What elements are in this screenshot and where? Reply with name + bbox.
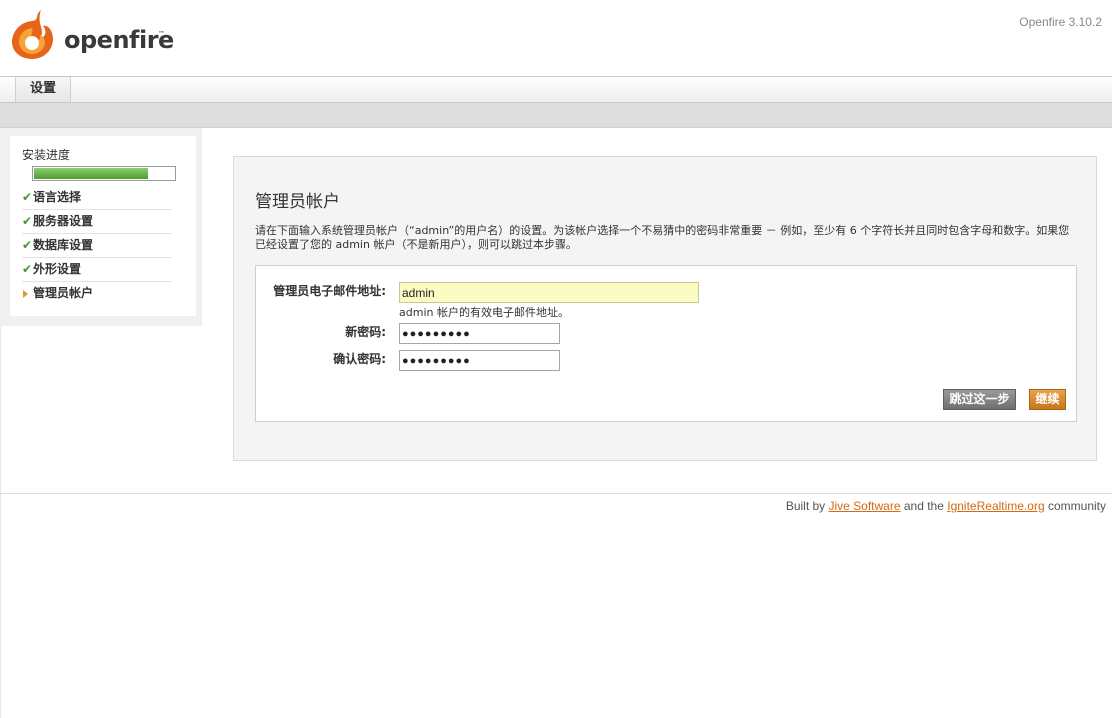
step-server: ✔ 服务器设置 bbox=[22, 210, 172, 234]
top-navigation: 设置 bbox=[0, 76, 1112, 103]
trademark-symbol: ™ bbox=[158, 30, 165, 38]
page-left-border bbox=[0, 326, 1, 718]
step-admin-account: 管理员帐户 bbox=[22, 282, 172, 306]
footer-suffix: community bbox=[1044, 499, 1106, 513]
sub-navigation-bar bbox=[0, 103, 1112, 128]
step-label: 数据库设置 bbox=[33, 238, 94, 252]
email-field[interactable] bbox=[399, 282, 699, 303]
new-password-label: 新密码: bbox=[345, 325, 386, 339]
admin-account-form: 管理员电子邮件地址: admin 帐户的有效电子邮件地址。 新密码: 确认密码:… bbox=[255, 265, 1077, 422]
step-profile: ✔ 外形设置 bbox=[22, 258, 172, 282]
sidebar: 安装进度 ✔ 语言选择 ✔ 服务器设置 ✔ 数据库设置 ✔ 外形设置 管理员帐户 bbox=[0, 128, 202, 326]
openfire-logo[interactable]: openfire ™ bbox=[10, 8, 174, 64]
skip-step-button[interactable]: 跳过这一步 bbox=[943, 389, 1016, 410]
step-database: ✔ 数据库设置 bbox=[22, 234, 172, 258]
checkmark-icon: ✔ bbox=[22, 214, 33, 228]
footer: Built by Jive Software and the IgniteRea… bbox=[786, 499, 1106, 513]
progress-bar bbox=[32, 166, 176, 181]
page-title: 管理员帐户 bbox=[255, 192, 340, 212]
current-step-arrow-icon bbox=[23, 290, 28, 298]
footer-prefix: Built by bbox=[785, 499, 829, 513]
igniterealtime-link[interactable]: IgniteRealtime.org bbox=[947, 499, 1044, 513]
checkmark-icon: ✔ bbox=[22, 190, 33, 204]
setup-progress-panel: 安装进度 ✔ 语言选择 ✔ 服务器设置 ✔ 数据库设置 ✔ 外形设置 管理员帐户 bbox=[10, 136, 196, 316]
step-label: 语言选择 bbox=[33, 190, 82, 204]
tab-setup[interactable]: 设置 bbox=[15, 77, 72, 102]
progress-bar-fill bbox=[34, 168, 148, 179]
progress-label: 安装进度 bbox=[22, 148, 71, 162]
footer-divider bbox=[0, 493, 1112, 494]
email-label: 管理员电子邮件地址: bbox=[273, 284, 386, 298]
jive-software-link[interactable]: Jive Software bbox=[829, 499, 901, 513]
main-content: 管理员帐户 请在下面输入系统管理员帐户（“admin”的用户名）的设置。为该帐户… bbox=[233, 156, 1097, 461]
new-password-field[interactable] bbox=[399, 323, 560, 344]
step-label: 外形设置 bbox=[33, 262, 82, 276]
checkmark-icon: ✔ bbox=[22, 238, 33, 252]
continue-button[interactable]: 继续 bbox=[1029, 389, 1066, 410]
step-language: ✔ 语言选择 bbox=[22, 186, 172, 210]
email-hint: admin 帐户的有效电子邮件地址。 bbox=[399, 306, 569, 319]
setup-steps-list: ✔ 语言选择 ✔ 服务器设置 ✔ 数据库设置 ✔ 外形设置 管理员帐户 bbox=[22, 186, 172, 306]
flame-icon bbox=[12, 10, 53, 59]
step-label: 管理员帐户 bbox=[33, 286, 94, 300]
step-label: 服务器设置 bbox=[33, 214, 94, 228]
footer-middle: and the bbox=[900, 499, 948, 513]
confirm-password-label: 确认密码: bbox=[333, 352, 386, 366]
page-description: 请在下面输入系统管理员帐户（“admin”的用户名）的设置。为该帐户选择一个不易… bbox=[255, 224, 1070, 251]
header: openfire ™ Openfire 3.10.2 bbox=[0, 0, 1112, 76]
checkmark-icon: ✔ bbox=[22, 262, 33, 276]
confirm-password-field[interactable] bbox=[399, 350, 560, 371]
version-label: Openfire 3.10.2 bbox=[1019, 15, 1102, 29]
